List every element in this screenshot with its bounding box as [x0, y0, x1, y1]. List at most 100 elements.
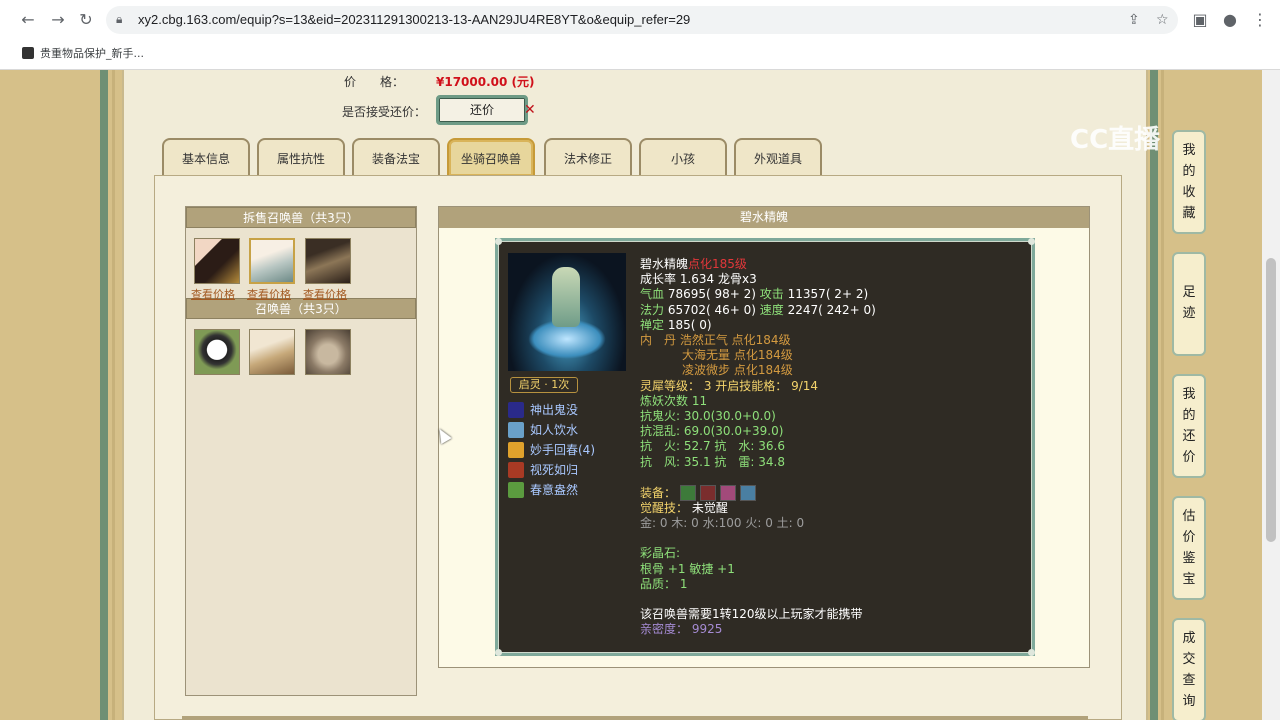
summon-name-tag: 点化185级 — [688, 257, 747, 271]
reload-icon[interactable]: ↻ — [76, 10, 96, 30]
summon-avatar[interactable] — [194, 329, 240, 375]
side-char: 查 — [1182, 673, 1196, 688]
tab-panel: 拆售召唤兽（共3只） 查看价格 查看价格 查看价格 召唤兽（共3只） 碧水精魄 … — [154, 175, 1122, 720]
sidebar-icon[interactable]: ▣ — [1190, 10, 1210, 30]
ding-value: 185( 0) — [667, 317, 712, 332]
equipment-icon[interactable] — [679, 484, 696, 501]
frame-corner — [495, 238, 502, 245]
caijing-label: 彩晶石: — [640, 546, 681, 561]
atk-value: 11357( 2+ 2) — [787, 287, 869, 302]
neidan-item: 大海无量 点化184级 — [682, 348, 793, 363]
bargain-label: 是否接受还价： — [342, 105, 427, 119]
side-char: 交 — [1182, 652, 1196, 667]
tab-child[interactable]: 小孩 — [639, 138, 727, 176]
skill-icon — [508, 402, 524, 418]
spd-label: 速度 — [759, 302, 784, 317]
tab-attributes[interactable]: 属性抗性 — [257, 138, 345, 176]
view-price-link[interactable]: 查看价格 — [191, 286, 235, 302]
menu-icon[interactable]: ⋮ — [1250, 10, 1270, 30]
bargain-button[interactable]: 还价 — [436, 95, 528, 125]
summon-name: 碧水精魄 — [640, 257, 689, 271]
skill-label: 视死如归 — [530, 463, 579, 477]
side-char: 的 — [1182, 408, 1196, 423]
element-distribution: 金: 0 木: 0 水:100 火: 0 土: 0 — [640, 516, 805, 531]
tab-spell-correction[interactable]: 法术修正 — [544, 138, 632, 176]
star-icon[interactable]: ☆ — [1156, 12, 1169, 28]
summon-avatar-selected[interactable] — [249, 238, 295, 284]
side-char: 我 — [1182, 143, 1196, 158]
summon-portrait — [508, 253, 626, 371]
hp-value: 78695( 98+ 2) — [667, 287, 756, 302]
summon-avatar[interactable] — [249, 329, 295, 375]
view-price-link[interactable]: 查看价格 — [303, 286, 347, 302]
tab-equipment[interactable]: 装备法宝 — [352, 138, 440, 176]
summon-detail-box: 碧水精魄 启灵 · 1次 神出鬼没 如人饮水 妙手回春(4) 视死如归 春意盎然… — [438, 206, 1090, 668]
summon-avatar[interactable] — [305, 238, 351, 284]
skill-item[interactable]: 神出鬼没 — [508, 401, 595, 421]
awaken-label: 觉醒技： — [640, 501, 689, 516]
summon-avatar[interactable] — [305, 329, 351, 375]
skill-icon — [508, 442, 524, 458]
lingxi-level: 灵犀等级： 3 开启技能格： 9/14 — [640, 378, 819, 393]
growth-rate: 成长率 1.634 龙骨x3 — [640, 272, 757, 287]
bookmark-item[interactable]: 贵重物品保护_新手... — [22, 45, 144, 61]
decor-stripe — [112, 70, 115, 720]
address-bar[interactable]: 🔒︎ xy2.cbg.163.com/equip?s=13&eid=202311… — [106, 6, 1178, 34]
summon-list: 拆售召唤兽（共3只） 查看价格 查看价格 查看价格 召唤兽（共3只） — [185, 206, 417, 696]
resistance-line: 抗 风: 35.1 抗 雷: 34.8 — [640, 454, 785, 469]
side-char: 收 — [1182, 185, 1196, 200]
summon-stats: 碧水精魄点化185级 成长率 1.634 龙骨x3 气血 78695( 98+ … — [640, 257, 1020, 637]
lianyao-count: 炼妖次数 11 — [640, 393, 708, 408]
scrollbar-thumb[interactable] — [1266, 258, 1276, 542]
summon-row — [186, 319, 416, 381]
price-label: 价 格： — [344, 75, 405, 89]
side-char: 迹 — [1182, 306, 1196, 321]
page-scrollbar[interactable] — [1262, 70, 1280, 720]
side-char: 足 — [1182, 285, 1196, 300]
bargain-close-icon[interactable]: ✕ — [524, 102, 536, 118]
main-content: 价 格： ¥17000.00 (元) 是否接受还价： 还价 ✕ 基本信息 属性抗… — [122, 70, 1148, 720]
summon-avatar[interactable] — [194, 238, 240, 284]
skill-icon — [508, 422, 524, 438]
view-price-link[interactable]: 查看价格 — [247, 286, 291, 302]
page-background: 价 格： ¥17000.00 (元) 是否接受还价： 还价 ✕ 基本信息 属性抗… — [0, 70, 1280, 720]
side-char: 还 — [1182, 429, 1196, 444]
decor-stripe — [100, 70, 108, 720]
side-item-favorites[interactable]: 我的收藏 — [1172, 130, 1206, 234]
skill-item[interactable]: 如人饮水 — [508, 421, 595, 441]
back-icon[interactable]: ← — [18, 10, 38, 30]
requirement-text: 该召唤兽需要1转120级以上玩家才能携带 — [640, 607, 863, 622]
intimacy-value: 亲密度： 9925 — [640, 622, 723, 637]
side-item-appraisal[interactable]: 估价鉴宝 — [1172, 496, 1206, 600]
hp-label: 气血 — [640, 287, 665, 302]
sell-summon-row: 查看价格 查看价格 查看价格 — [186, 228, 416, 301]
forward-icon[interactable]: → — [48, 10, 68, 30]
resistance-line: 抗 火: 52.7 抗 水: 36.6 — [640, 439, 785, 454]
tab-basic-info[interactable]: 基本信息 — [162, 138, 250, 176]
side-char: 价 — [1182, 450, 1196, 465]
skill-label: 如人饮水 — [530, 423, 579, 437]
equipment-icon[interactable] — [719, 484, 736, 501]
equipment-icon[interactable] — [699, 484, 716, 501]
side-item-history[interactable]: 足迹 — [1172, 252, 1206, 356]
ding-label: 禅定 — [640, 317, 665, 332]
spd-value: 2247( 242+ 0) — [787, 302, 876, 317]
tab-appearance[interactable]: 外观道具 — [734, 138, 822, 176]
skill-list: 神出鬼没 如人饮水 妙手回春(4) 视死如归 春意盎然 — [508, 401, 595, 501]
skill-item[interactable]: 视死如归 — [508, 461, 595, 481]
neidan-item: 浩然正气 点化184级 — [679, 333, 791, 348]
side-item-my-bargains[interactable]: 我的还价 — [1172, 374, 1206, 478]
tab-mounts-summons[interactable]: 坐骑召唤兽 — [447, 138, 535, 176]
skill-item[interactable]: 春意盎然 — [508, 481, 595, 501]
bookmark-label: 贵重物品保护_新手... — [40, 47, 144, 60]
equipment-icon[interactable] — [739, 484, 756, 501]
decor-stripe — [1150, 70, 1158, 720]
awaken-value: 未觉醒 — [691, 501, 728, 516]
share-icon[interactable]: ⇪ — [1128, 12, 1140, 28]
profile-icon[interactable]: ● — [1220, 10, 1240, 30]
side-item-deals[interactable]: 成交查询 — [1172, 618, 1206, 720]
equip-label: 装备： — [640, 485, 677, 500]
url-text[interactable]: xy2.cbg.163.com/equip?s=13&eid=202311291… — [138, 12, 690, 27]
skill-item[interactable]: 妙手回春(4) — [508, 441, 595, 461]
